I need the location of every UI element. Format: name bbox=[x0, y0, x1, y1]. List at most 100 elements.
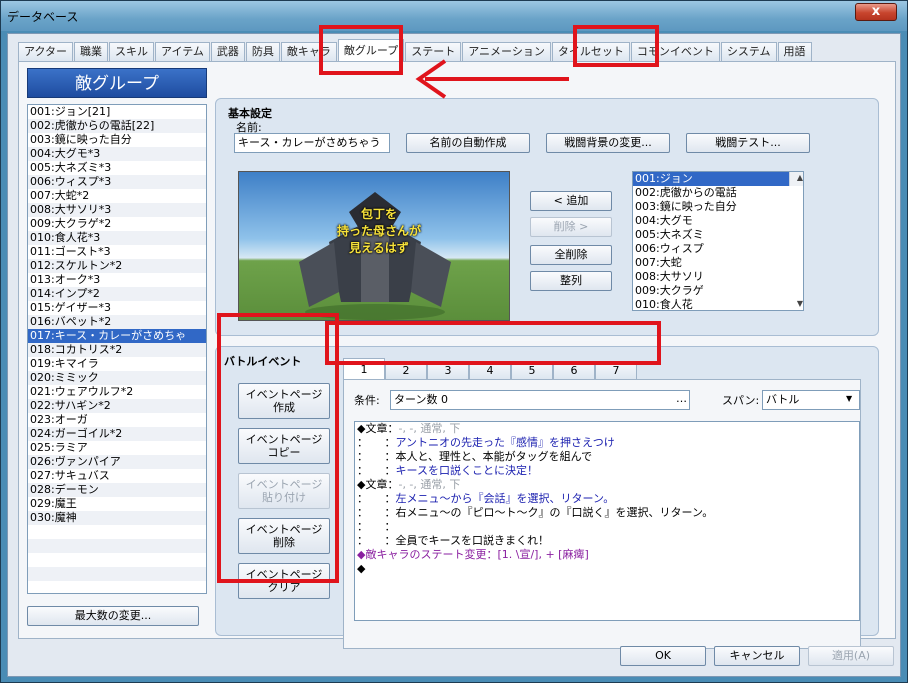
command-text: [1. \宣/], + [麻痺] bbox=[497, 548, 589, 561]
span-label: スパン: bbox=[722, 394, 760, 407]
command-line[interactable]: ◆ bbox=[355, 562, 859, 576]
title-bar[interactable]: データベース x bbox=[1, 1, 907, 31]
name-field[interactable]: キース・カレーがさめちゃう bbox=[234, 133, 390, 153]
list-item[interactable]: 004:大グモ*3 bbox=[28, 147, 206, 161]
tab-4[interactable]: 武器 bbox=[210, 42, 245, 61]
member-item[interactable]: 006:ウィスプ bbox=[633, 242, 803, 256]
list-item[interactable]: 023:オーガ bbox=[28, 413, 206, 427]
change-background-button[interactable]: 戦闘背景の変更... bbox=[546, 133, 670, 153]
tab-1[interactable]: 職業 bbox=[74, 42, 109, 61]
battle-preview-image: 包丁を 持った母さんが 見えるはず bbox=[238, 171, 510, 321]
list-item[interactable]: 017:キース・カレーがさめちゃ bbox=[28, 329, 206, 343]
member-list-scrollbar[interactable]: ▲ ▼ bbox=[789, 172, 803, 308]
list-item[interactable]: 026:ヴァンパイア bbox=[28, 455, 206, 469]
list-item[interactable]: 019:キマイラ bbox=[28, 357, 206, 371]
list-item[interactable] bbox=[28, 553, 206, 567]
command-line[interactable]: ： ：全員でキースを口説きまくれ！ bbox=[355, 534, 859, 548]
event-command-list[interactable]: ◆文章：-, -, 通常, 下： ：アントニオの先走った『感情』を押さえつけ： … bbox=[354, 421, 860, 621]
member-item[interactable]: 008:大サソリ bbox=[633, 270, 803, 284]
command-line[interactable]: ： ：キースを口説くことに決定！ bbox=[355, 464, 859, 478]
member-item[interactable]: 002:虎徹からの電話 bbox=[633, 186, 803, 200]
list-item[interactable] bbox=[28, 567, 206, 581]
command-line[interactable]: ◆文章：-, -, 通常, 下 bbox=[355, 422, 859, 436]
list-item[interactable]: 015:ゲイザー*3 bbox=[28, 301, 206, 315]
list-item[interactable]: 002:虎徹からの電話[22] bbox=[28, 119, 206, 133]
align-members-button[interactable]: 整列 bbox=[530, 271, 612, 291]
chevron-down-icon[interactable]: ▼ bbox=[846, 394, 852, 403]
list-item[interactable]: 011:ゴースト*3 bbox=[28, 245, 206, 259]
remove-member-button[interactable]: 削除 > bbox=[530, 217, 612, 237]
command-line[interactable]: ： ：左メニュ～から『会話』を選択、リターン。 bbox=[355, 492, 859, 506]
tab-0[interactable]: アクター bbox=[18, 42, 74, 61]
member-item[interactable]: 004:大グモ bbox=[633, 214, 803, 228]
list-item[interactable]: 021:ウェアウルフ*2 bbox=[28, 385, 206, 399]
command-text: -, -, 通常, 下 bbox=[398, 422, 461, 435]
enemy-group-list[interactable]: 001:ジョン[21] 002:虎徹からの電話[22] 003:鏡に映った自分 004… bbox=[27, 104, 207, 594]
list-item[interactable]: 008:大サソリ*3 bbox=[28, 203, 206, 217]
tab-13[interactable]: 用語 bbox=[777, 42, 812, 61]
enemy-member-list[interactable]: 001:ジョン 002:虎徹からの電話 003:鏡に映った自分 004:大グモ 005:… bbox=[632, 171, 804, 311]
list-item[interactable]: 010:食人花*3 bbox=[28, 231, 206, 245]
command-line[interactable]: ： ：本人と、理性と、本能がタッグを組んで bbox=[355, 450, 859, 464]
list-item[interactable]: 014:インプ*2 bbox=[28, 287, 206, 301]
member-item[interactable]: 007:大蛇 bbox=[633, 256, 803, 270]
list-item[interactable]: 030:魔神 bbox=[28, 511, 206, 525]
list-item[interactable]: 009:大クラゲ*2 bbox=[28, 217, 206, 231]
command-prefix: ◆文章： bbox=[357, 422, 399, 435]
member-item[interactable]: 003:鏡に映った自分 bbox=[633, 200, 803, 214]
member-item[interactable]: 005:大ネズミ bbox=[633, 228, 803, 242]
list-item[interactable]: 012:スケルトン*2 bbox=[28, 259, 206, 273]
command-line[interactable]: ： ：アントニオの先走った『感情』を押さえつけ bbox=[355, 436, 859, 450]
scroll-up-icon[interactable]: ▲ bbox=[792, 172, 803, 184]
list-item[interactable]: 018:コカトリス*2 bbox=[28, 343, 206, 357]
tab-3[interactable]: アイテム bbox=[155, 42, 210, 61]
list-item[interactable] bbox=[28, 539, 206, 553]
condition-more-icon[interactable]: … bbox=[676, 392, 687, 405]
list-item[interactable]: 024:ガーゴイル*2 bbox=[28, 427, 206, 441]
clear-members-button[interactable]: 全削除 bbox=[530, 245, 612, 265]
list-item[interactable]: 005:大ネズミ*3 bbox=[28, 161, 206, 175]
apply-button[interactable]: 適用(A) bbox=[808, 646, 894, 666]
condition-field[interactable]: ターン数 0 bbox=[390, 390, 690, 410]
list-item[interactable] bbox=[28, 525, 206, 539]
list-item[interactable]: 027:サキュバス bbox=[28, 469, 206, 483]
close-button[interactable]: x bbox=[855, 3, 897, 21]
battle-test-button[interactable]: 戦闘テスト... bbox=[686, 133, 810, 153]
database-window: データベース x アクター 職業 スキル アイテム 武器 防具 敵キャラ 敵グループ ステートア… bbox=[0, 0, 908, 683]
tab-2[interactable]: スキル bbox=[109, 42, 155, 61]
command-text: 右メニュ～の『ピロ～ト～ク』の『口説く』を選択、リターン。 bbox=[395, 506, 714, 519]
list-item[interactable]: 022:サハギン*2 bbox=[28, 399, 206, 413]
list-item[interactable]: 013:オーク*3 bbox=[28, 273, 206, 287]
member-item[interactable]: 001:ジョン bbox=[633, 172, 803, 186]
add-member-button[interactable]: < 追加 bbox=[530, 191, 612, 211]
command-prefix: ： ： bbox=[357, 436, 396, 449]
list-item[interactable]: 007:大蛇*2 bbox=[28, 189, 206, 203]
cancel-button[interactable]: キャンセル bbox=[714, 646, 800, 666]
command-line[interactable]: ： ： bbox=[355, 520, 859, 534]
window-title: データベース bbox=[7, 10, 79, 24]
tab-12[interactable]: システム bbox=[720, 42, 777, 61]
list-item[interactable]: 016:バペット*2 bbox=[28, 315, 206, 329]
ok-button[interactable]: OK bbox=[620, 646, 706, 666]
scroll-down-icon[interactable]: ▼ bbox=[792, 298, 803, 310]
member-item[interactable]: 009:大クラゲ bbox=[633, 284, 803, 298]
command-line[interactable]: ： ：右メニュ～の『ピロ～ト～ク』の『口説く』を選択、リターン。 bbox=[355, 506, 859, 520]
command-prefix: ： ： bbox=[357, 520, 396, 533]
command-line[interactable]: ◆敵キャラのステート変更：[1. \宣/], + [麻痺] bbox=[355, 548, 859, 562]
list-item[interactable]: 029:魔王 bbox=[28, 497, 206, 511]
command-prefix: ： ： bbox=[357, 534, 396, 547]
command-line[interactable]: ◆文章：-, -, 通常, 下 bbox=[355, 478, 859, 492]
basic-settings-box: 基本設定 名前: キース・カレーがさめちゃう 名前の自動作成 戦闘背景の変更..… bbox=[215, 98, 879, 336]
list-item[interactable]: 006:ウィスプ*3 bbox=[28, 175, 206, 189]
member-item[interactable]: 010:食人花 bbox=[633, 298, 803, 310]
tab-5[interactable]: 防具 bbox=[245, 42, 280, 61]
list-item[interactable]: 025:ラミア bbox=[28, 441, 206, 455]
highlight-enemy-group-tab bbox=[319, 25, 403, 75]
auto-name-button[interactable]: 名前の自動作成 bbox=[406, 133, 530, 153]
list-item[interactable]: 003:鏡に映った自分 bbox=[28, 133, 206, 147]
list-item[interactable]: 001:ジョン[21] bbox=[28, 105, 206, 119]
change-max-button[interactable]: 最大数の変更... bbox=[27, 606, 199, 626]
list-item[interactable]: 020:ミミック bbox=[28, 371, 206, 385]
list-item[interactable]: 028:デーモン bbox=[28, 483, 206, 497]
highlight-common-event-tab bbox=[573, 25, 659, 67]
